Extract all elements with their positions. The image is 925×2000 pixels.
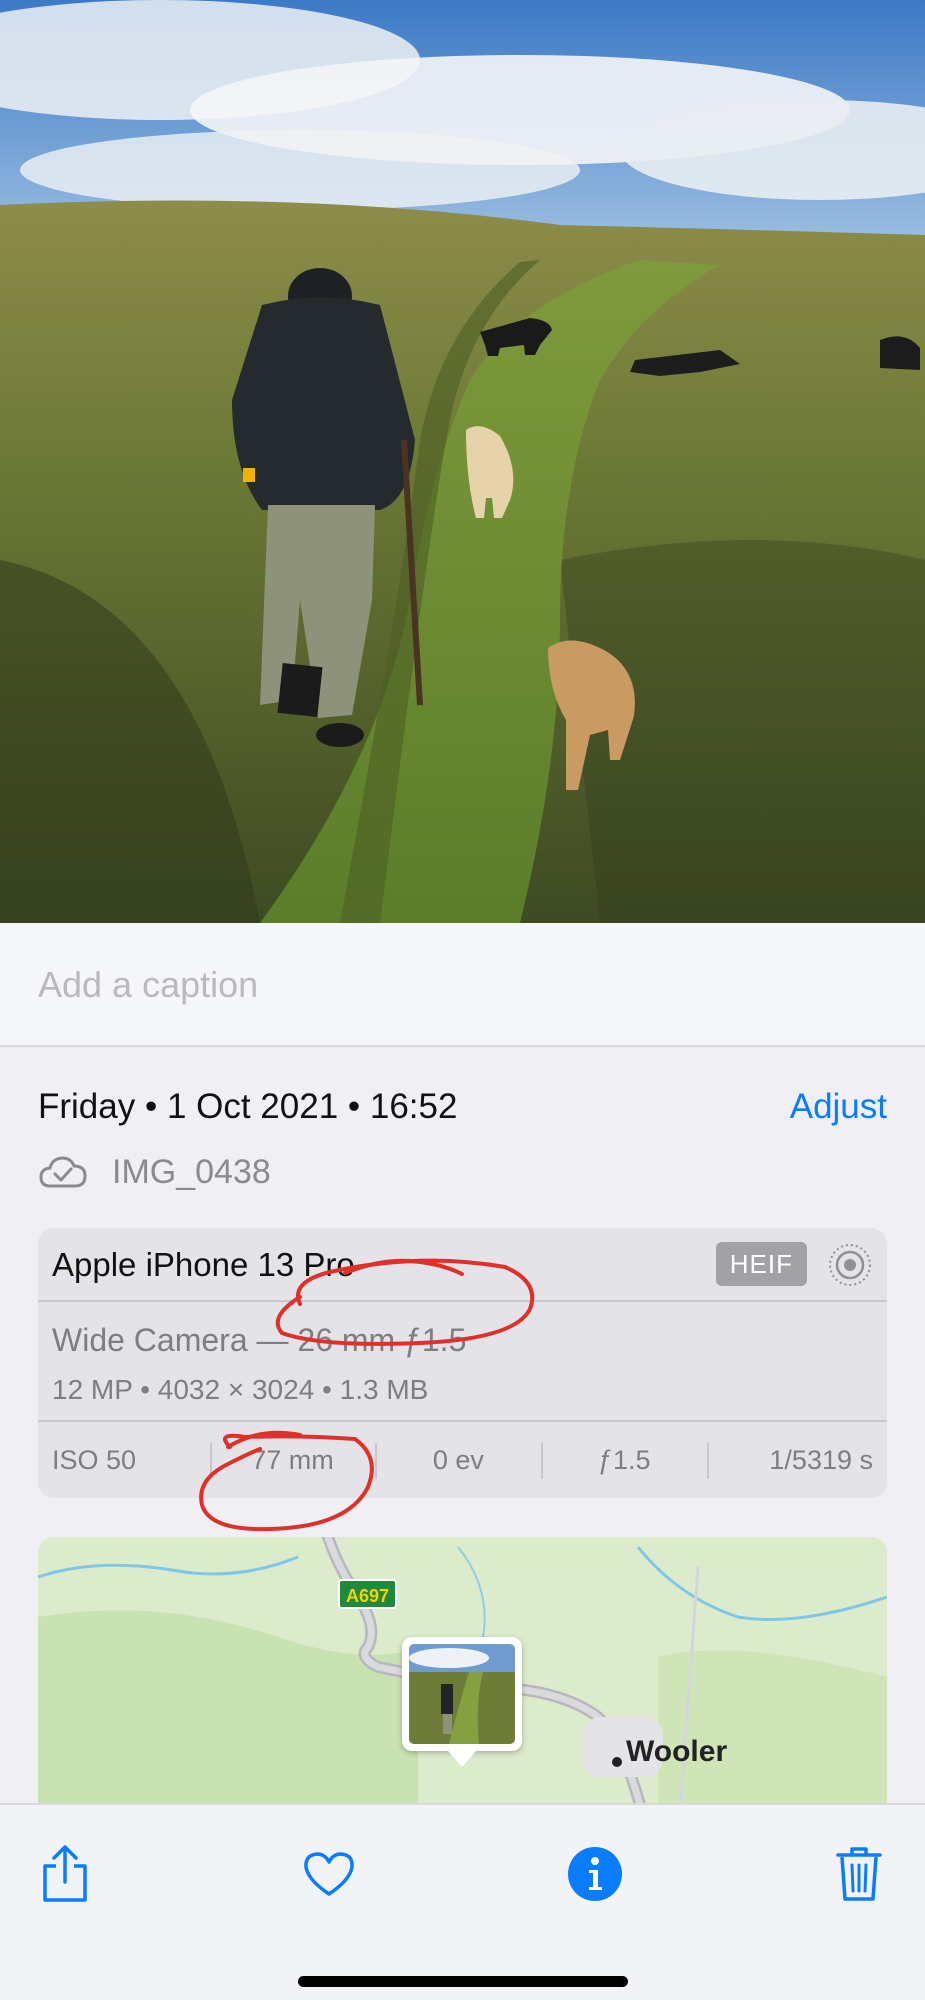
share-button[interactable] (30, 1839, 100, 1909)
heart-icon (304, 1852, 354, 1896)
format-badge: HEIF (715, 1242, 807, 1286)
spec-line: 12 MP • 4032 × 3024 • 1.3 MB (52, 1374, 429, 1405)
share-icon (43, 1845, 87, 1902)
live-photo-icon[interactable] (827, 1242, 873, 1288)
delete-button[interactable] (824, 1839, 894, 1909)
info-icon (568, 1847, 622, 1901)
photo-image (0, 0, 925, 923)
trash-icon (836, 1847, 882, 1901)
caption-input[interactable] (38, 957, 888, 1013)
exif-aperture: ƒ1.5 (541, 1442, 707, 1479)
date-time-label: Friday • 1 Oct 2021 • 16:52 (38, 1087, 458, 1126)
exif-iso: ISO 50 (52, 1444, 137, 1475)
exif-exposure-value: 0 ev (375, 1442, 541, 1479)
lens-info: Wide Camera — 26 mm ƒ1.5 12 MP • 4032 × … (38, 1302, 887, 1422)
camera-info-card: Apple iPhone 13 Pro HEIF Wide Camera — 2… (38, 1228, 887, 1498)
caption-bar (0, 923, 925, 1047)
road-badge: A697 (338, 1579, 398, 1609)
place-marker (612, 1757, 622, 1767)
adjust-button[interactable]: Adjust (790, 1087, 887, 1127)
icloud-check-icon (39, 1156, 87, 1188)
photo-thumbnail (409, 1644, 515, 1744)
bottom-toolbar (0, 1803, 925, 2000)
photo-info-screen: Friday • 1 Oct 2021 • 16:52 Adjust IMG_0… (0, 0, 925, 2000)
file-name: IMG_0438 (112, 1152, 271, 1191)
photo-view[interactable] (0, 0, 925, 923)
exif-shutter-speed: 1/5319 s (707, 1442, 887, 1479)
location-map[interactable]: A697 Wooler (38, 1537, 887, 1803)
device-name: Apple iPhone 13 Pro (52, 1246, 355, 1283)
photo-map-pin[interactable] (402, 1637, 522, 1767)
file-row: IMG_0438 (38, 1147, 271, 1197)
info-button[interactable] (560, 1839, 630, 1909)
place-label: Wooler (626, 1735, 728, 1768)
card-header: Apple iPhone 13 Pro HEIF (38, 1228, 887, 1302)
exif-focal-length: 77 mm (209, 1442, 376, 1479)
lens-line: Wide Camera — 26 mm ƒ1.5 (52, 1322, 467, 1358)
favorite-button[interactable] (294, 1839, 364, 1909)
home-indicator[interactable] (298, 1976, 628, 1987)
info-panel: Friday • 1 Oct 2021 • 16:52 Adjust IMG_0… (0, 1047, 925, 1803)
exif-row: ISO 50 77 mm 0 ev ƒ1.5 1/5319 s (38, 1422, 887, 1498)
